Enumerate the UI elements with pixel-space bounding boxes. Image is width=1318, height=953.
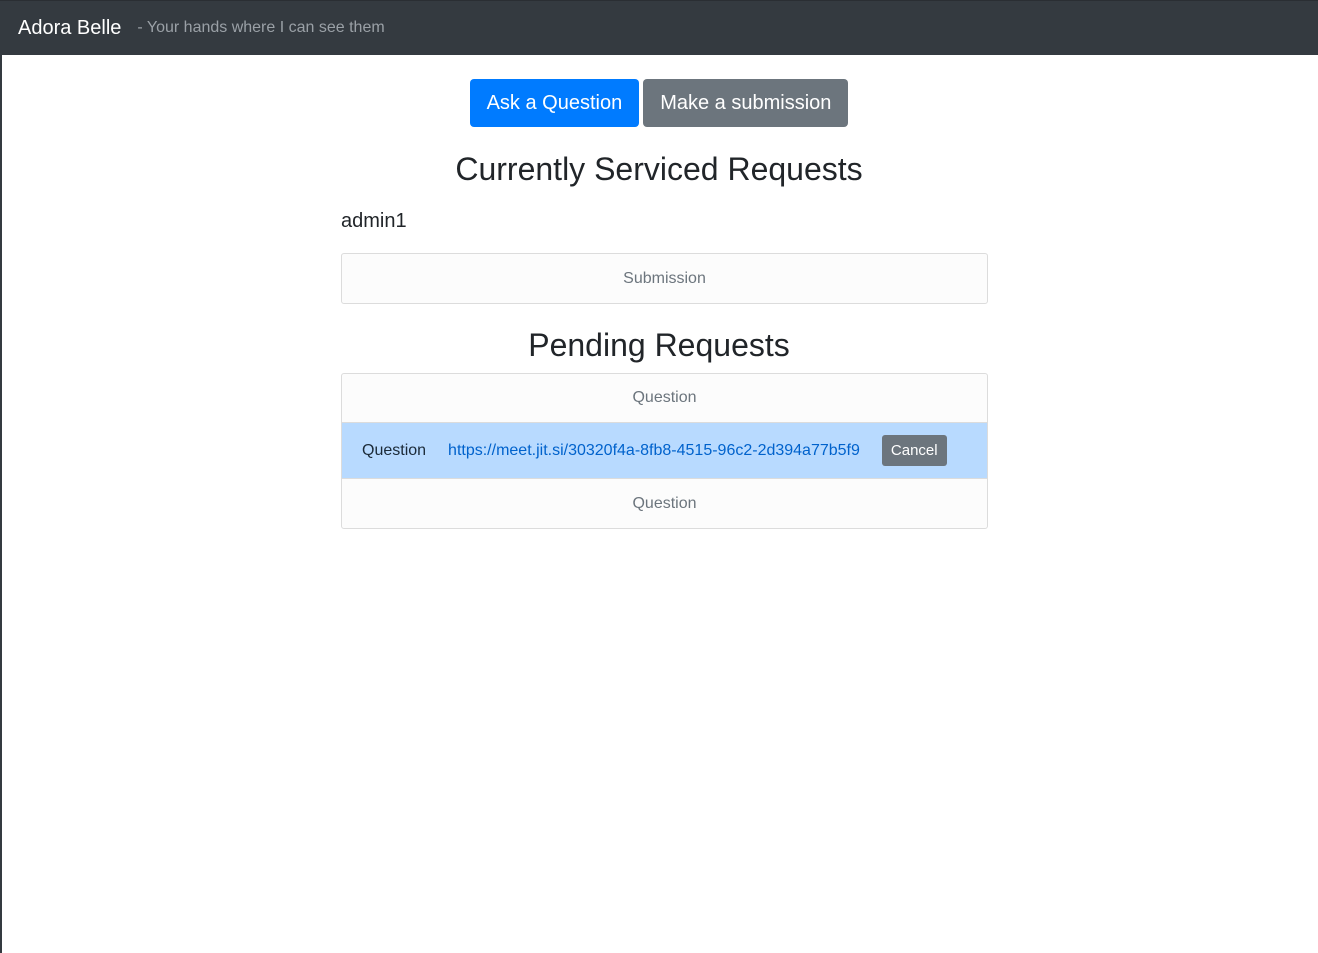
navbar-tagline: - Your hands where I can see them	[137, 19, 385, 36]
pending-request-item: Question	[342, 479, 987, 528]
ask-question-button[interactable]: Ask a Question	[469, 79, 640, 127]
request-type-label: Submission	[623, 269, 706, 287]
navbar-brand[interactable]: Adora Belle	[18, 17, 121, 40]
serviced-admin-name: admin1	[341, 210, 407, 232]
serviced-requests-heading: Currently Serviced Requests	[455, 151, 863, 187]
pending-requests-list: Question Question https://meet.jit.si/30…	[341, 373, 988, 529]
pending-requests-heading: Pending Requests	[528, 327, 790, 363]
cancel-request-button[interactable]: Cancel	[881, 435, 947, 466]
serviced-request-item: Submission	[342, 254, 987, 303]
action-buttons: Ask a Question Make a submission	[0, 79, 1318, 127]
window-left-edge	[0, 0, 2, 953]
pending-request-item: Question	[342, 374, 987, 423]
serviced-requests-list: Submission	[341, 253, 988, 304]
meeting-link[interactable]: https://meet.jit.si/30320f4a-8fb8-4515-9…	[448, 442, 860, 460]
pending-request-item-active: Question https://meet.jit.si/30320f4a-8f…	[342, 423, 987, 479]
make-submission-button[interactable]: Make a submission	[643, 79, 849, 127]
request-type-label: Question	[362, 441, 427, 459]
request-type-label: Question	[632, 494, 697, 512]
top-navbar: Adora Belle - Your hands where I can see…	[0, 0, 1318, 55]
request-type-label: Question	[632, 389, 697, 406]
